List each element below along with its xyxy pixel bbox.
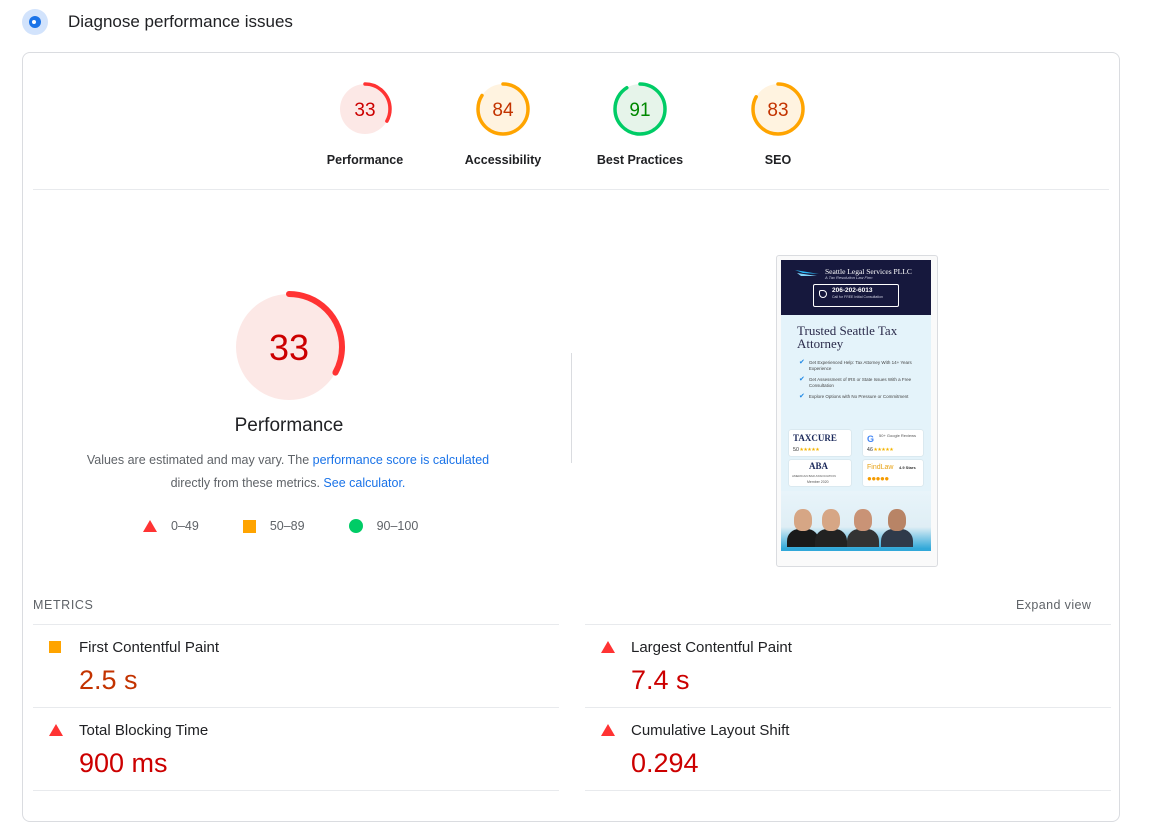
- score-legend: 0–49 50–89 90–100: [143, 519, 462, 533]
- metrics-section-label: METRICS: [33, 598, 94, 612]
- gauge-ring: 84: [476, 82, 530, 136]
- vertical-divider: [571, 353, 572, 463]
- pagespeed-icon: [22, 9, 48, 35]
- legend-label: 90–100: [376, 519, 419, 533]
- gauge-ring: 91: [613, 82, 667, 136]
- category-label: SEO: [764, 153, 792, 167]
- metric-name: Largest Contentful Paint: [631, 639, 792, 656]
- phone-icon: [819, 290, 827, 298]
- performance-gauge-large: 33 Performance: [187, 287, 391, 437]
- divider: [33, 790, 559, 791]
- category-gauge-accessibility[interactable]: 84 Accessibility: [433, 81, 573, 167]
- final-screenshot[interactable]: Seattle Legal Services PLLC A Tax Resolu…: [776, 255, 938, 567]
- metric-value: 2.5 s: [79, 665, 138, 695]
- metric-name: First Contentful Paint: [79, 639, 220, 656]
- firm-logo-icon: [795, 270, 819, 276]
- metric-name: Cumulative Layout Shift: [631, 722, 790, 739]
- screenshot-header: Seattle Legal Services PLLC A Tax Resolu…: [781, 260, 931, 315]
- aba-badge: ABA AMERICAN BAR ASSOCIATION Member 2020: [789, 460, 851, 486]
- taxcure-badge: TAXCURE 5.0 ★★★★★: [789, 430, 851, 456]
- performance-gauge-label: Performance: [234, 415, 344, 436]
- legend-item-pass: 90–100: [348, 519, 419, 533]
- red-triangle-icon: [143, 520, 157, 532]
- screenshot-bullets: ✔ Get Experienced Help: Tax Attorney With…: [799, 359, 924, 405]
- metric-value: 7.4 s: [631, 665, 690, 695]
- legend-label: 0–49: [171, 519, 199, 533]
- check-icon: ✔: [799, 359, 805, 366]
- screenshot-hero-title: Trusted Seattle Tax Attorney: [797, 323, 898, 351]
- metric-value: 0.294: [631, 748, 699, 778]
- divider: [585, 790, 1111, 791]
- category-label: Accessibility: [464, 153, 542, 167]
- gauge-ring: 83: [751, 82, 805, 136]
- description-text: Values are estimated and may vary. The: [86, 453, 313, 467]
- screenshot-tagline: A Tax Resolution Law Firm: [825, 275, 873, 280]
- divider: [33, 189, 1109, 190]
- legend-item-fail: 0–49: [143, 519, 199, 533]
- metric-row: First Contentful Paint 2.5 s: [33, 624, 559, 707]
- section-header: Diagnose performance issues: [22, 8, 293, 36]
- google-badge: G 50+ Google Reviews 4.6 ★★★★★: [863, 430, 923, 456]
- screenshot-phone-box: 206-202-6013 Call for FREE Initial Consu…: [813, 284, 899, 307]
- performance-score-link[interactable]: performance score is calculated: [313, 453, 489, 467]
- category-gauge-seo[interactable]: 83 SEO: [708, 81, 848, 167]
- findlaw-badge: FindLaw 4.9 Stars ●●●●●: [863, 460, 923, 486]
- category-label: Best Practices: [596, 153, 684, 167]
- see-calculator-link[interactable]: See calculator.: [323, 476, 405, 490]
- screenshot-bullet: ✔ Get Experienced Help: Tax Attorney With…: [799, 359, 912, 371]
- expand-view-button[interactable]: Expand view: [1016, 598, 1091, 612]
- screenshot-bullet: ✔ Get Assessment of IRS or State Issues W…: [799, 376, 912, 388]
- metric-name: Total Blocking Time: [79, 722, 209, 739]
- red-triangle-icon: [49, 724, 63, 736]
- red-triangle-icon: [601, 724, 615, 736]
- category-gauge-performance[interactable]: 33 Performance: [295, 81, 435, 167]
- score-description: Values are estimated and may vary. The p…: [55, 449, 521, 495]
- performance-gauge-ring: 33: [233, 291, 345, 403]
- legend-item-average: 50–89: [242, 519, 305, 533]
- section-title: Diagnose performance issues: [68, 12, 293, 31]
- category-gauge-best-practices[interactable]: 91 Best Practices: [570, 81, 710, 167]
- screenshot-content: Seattle Legal Services PLLC A Tax Resolu…: [781, 260, 931, 551]
- metric-value: 900 ms: [79, 748, 168, 778]
- gauge-ring: 33: [338, 82, 392, 136]
- metric-row: Largest Contentful Paint 7.4 s: [585, 624, 1111, 707]
- check-icon: ✔: [799, 376, 805, 383]
- orange-square-icon: [242, 519, 256, 533]
- metric-row: Total Blocking Time 900 ms: [33, 707, 559, 790]
- description-text: directly from these metrics.: [170, 476, 324, 490]
- screenshot-bullet: ✔ Explore Options with No Pressure or Com…: [799, 393, 909, 400]
- gauge-score: 84: [492, 100, 514, 121]
- report-card: 33 Performance 84 Accessibility 91 Best Pract…: [22, 52, 1120, 822]
- screenshot-call-text: Call for FREE Initial Consultation: [832, 295, 883, 299]
- gauge-score: 33: [269, 327, 309, 368]
- metric-row: Cumulative Layout Shift 0.294: [585, 707, 1111, 790]
- gauge-score: 91: [629, 100, 650, 121]
- gauge-score: 33: [354, 100, 375, 121]
- orange-square-icon: [49, 641, 61, 653]
- google-g-icon: G: [867, 434, 875, 444]
- attorneys-photo: [781, 491, 931, 551]
- screenshot-phone: 206-202-6013: [832, 287, 873, 294]
- legend-label: 50–89: [269, 519, 305, 533]
- gauge-score: 83: [767, 100, 788, 121]
- check-icon: ✔: [799, 393, 805, 400]
- category-label: Performance: [326, 153, 404, 167]
- green-circle-icon: [348, 519, 363, 533]
- red-triangle-icon: [601, 641, 615, 653]
